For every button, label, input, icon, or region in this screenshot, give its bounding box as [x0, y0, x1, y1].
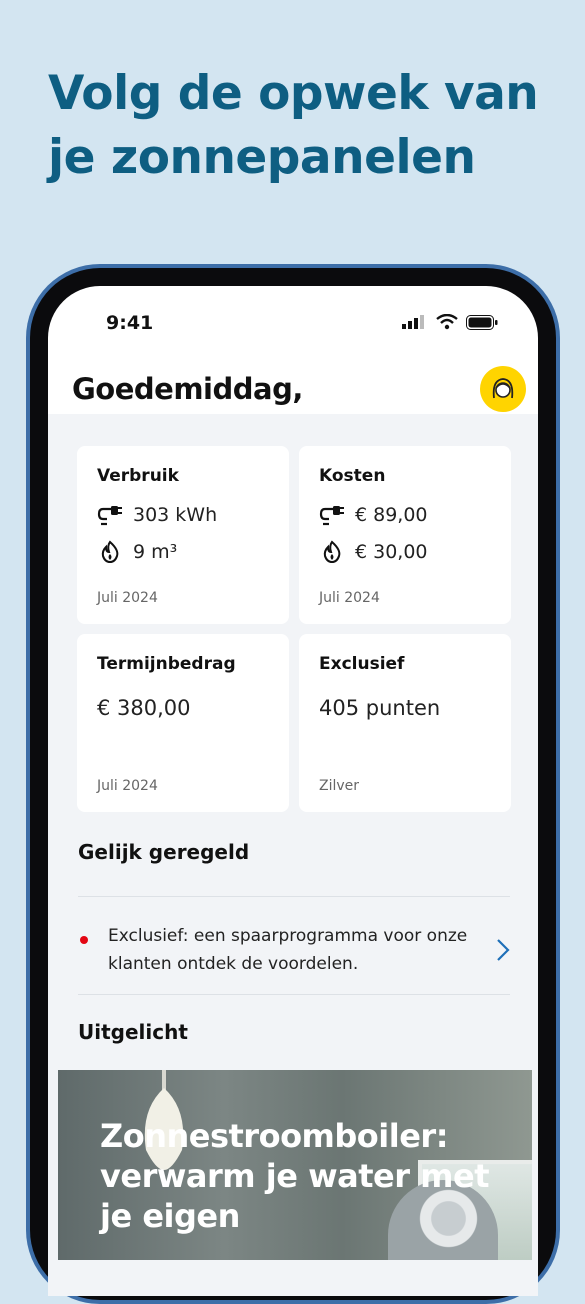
plug-icon	[319, 506, 344, 526]
divider	[78, 896, 510, 897]
flame-icon	[101, 540, 119, 564]
section-title-gelijk-geregeld: Gelijk geregeld	[78, 840, 250, 864]
electricity-value: 303 kWh	[133, 504, 218, 526]
card-title: Kosten	[319, 466, 386, 486]
status-icons	[402, 314, 498, 330]
plug-icon	[97, 506, 122, 526]
chevron-right-icon	[497, 939, 510, 961]
notice-item[interactable]: Exclusief: een spaarprogramma voor onze …	[78, 922, 510, 982]
card-exclusief[interactable]: Exclusief 405 punten Zilver	[299, 634, 511, 812]
flame-icon	[323, 540, 341, 564]
membership-level: Zilver	[319, 778, 360, 794]
status-bar: 9:41	[48, 286, 538, 362]
gas-row: 9 m³	[97, 540, 177, 564]
section-title-uitgelicht: Uitgelicht	[78, 1020, 188, 1044]
status-time: 9:41	[106, 312, 154, 334]
card-title: Exclusief	[319, 654, 405, 674]
greeting-heading: Goedemiddag,	[72, 372, 303, 406]
notice-text: Exclusief: een spaarprogramma voor onze …	[108, 926, 468, 974]
gas-value: 9 m³	[133, 541, 178, 563]
gas-cost-value: € 30,00	[355, 541, 428, 563]
featured-article-card[interactable]: Zonnestroomboiler: verwarm je water met …	[58, 1070, 532, 1260]
gas-cost-row: € 30,00	[319, 540, 428, 564]
dashboard-content: Verbruik 303 kWh 9 m³ Juli 2024 Kosten €…	[48, 414, 538, 1296]
electricity-row: 303 kWh	[97, 504, 217, 526]
card-title: Verbruik	[97, 466, 179, 486]
electricity-cost-value: € 89,00	[355, 504, 428, 526]
termijnbedrag-value: € 380,00	[97, 696, 191, 720]
card-title: Termijnbedrag	[97, 654, 236, 674]
card-period: Juli 2024	[97, 778, 158, 794]
unread-dot	[80, 936, 88, 944]
card-period: Juli 2024	[97, 590, 158, 606]
avatar-face-icon	[492, 378, 514, 399]
cellular-signal-icon	[402, 315, 424, 329]
app-screen: 9:41 Goedemiddag, Verbruik 303 kWh 9 m³ …	[48, 286, 538, 1296]
card-kosten[interactable]: Kosten € 89,00 € 30,00 Juli 2024	[299, 446, 511, 624]
card-period: Juli 2024	[319, 590, 380, 606]
battery-icon	[466, 314, 498, 330]
promo-title: Volg de opwek van je zonnepanelen	[48, 66, 539, 185]
electricity-cost-row: € 89,00	[319, 504, 428, 526]
points-value: 405 punten	[319, 696, 441, 720]
wifi-icon	[436, 314, 458, 330]
card-termijnbedrag[interactable]: Termijnbedrag € 380,00 Juli 2024	[77, 634, 289, 812]
profile-avatar-button[interactable]	[480, 366, 526, 412]
card-verbruik[interactable]: Verbruik 303 kWh 9 m³ Juli 2024	[77, 446, 289, 624]
featured-headline: Zonnestroomboiler: verwarm je water met …	[100, 1117, 490, 1235]
divider	[78, 994, 510, 995]
